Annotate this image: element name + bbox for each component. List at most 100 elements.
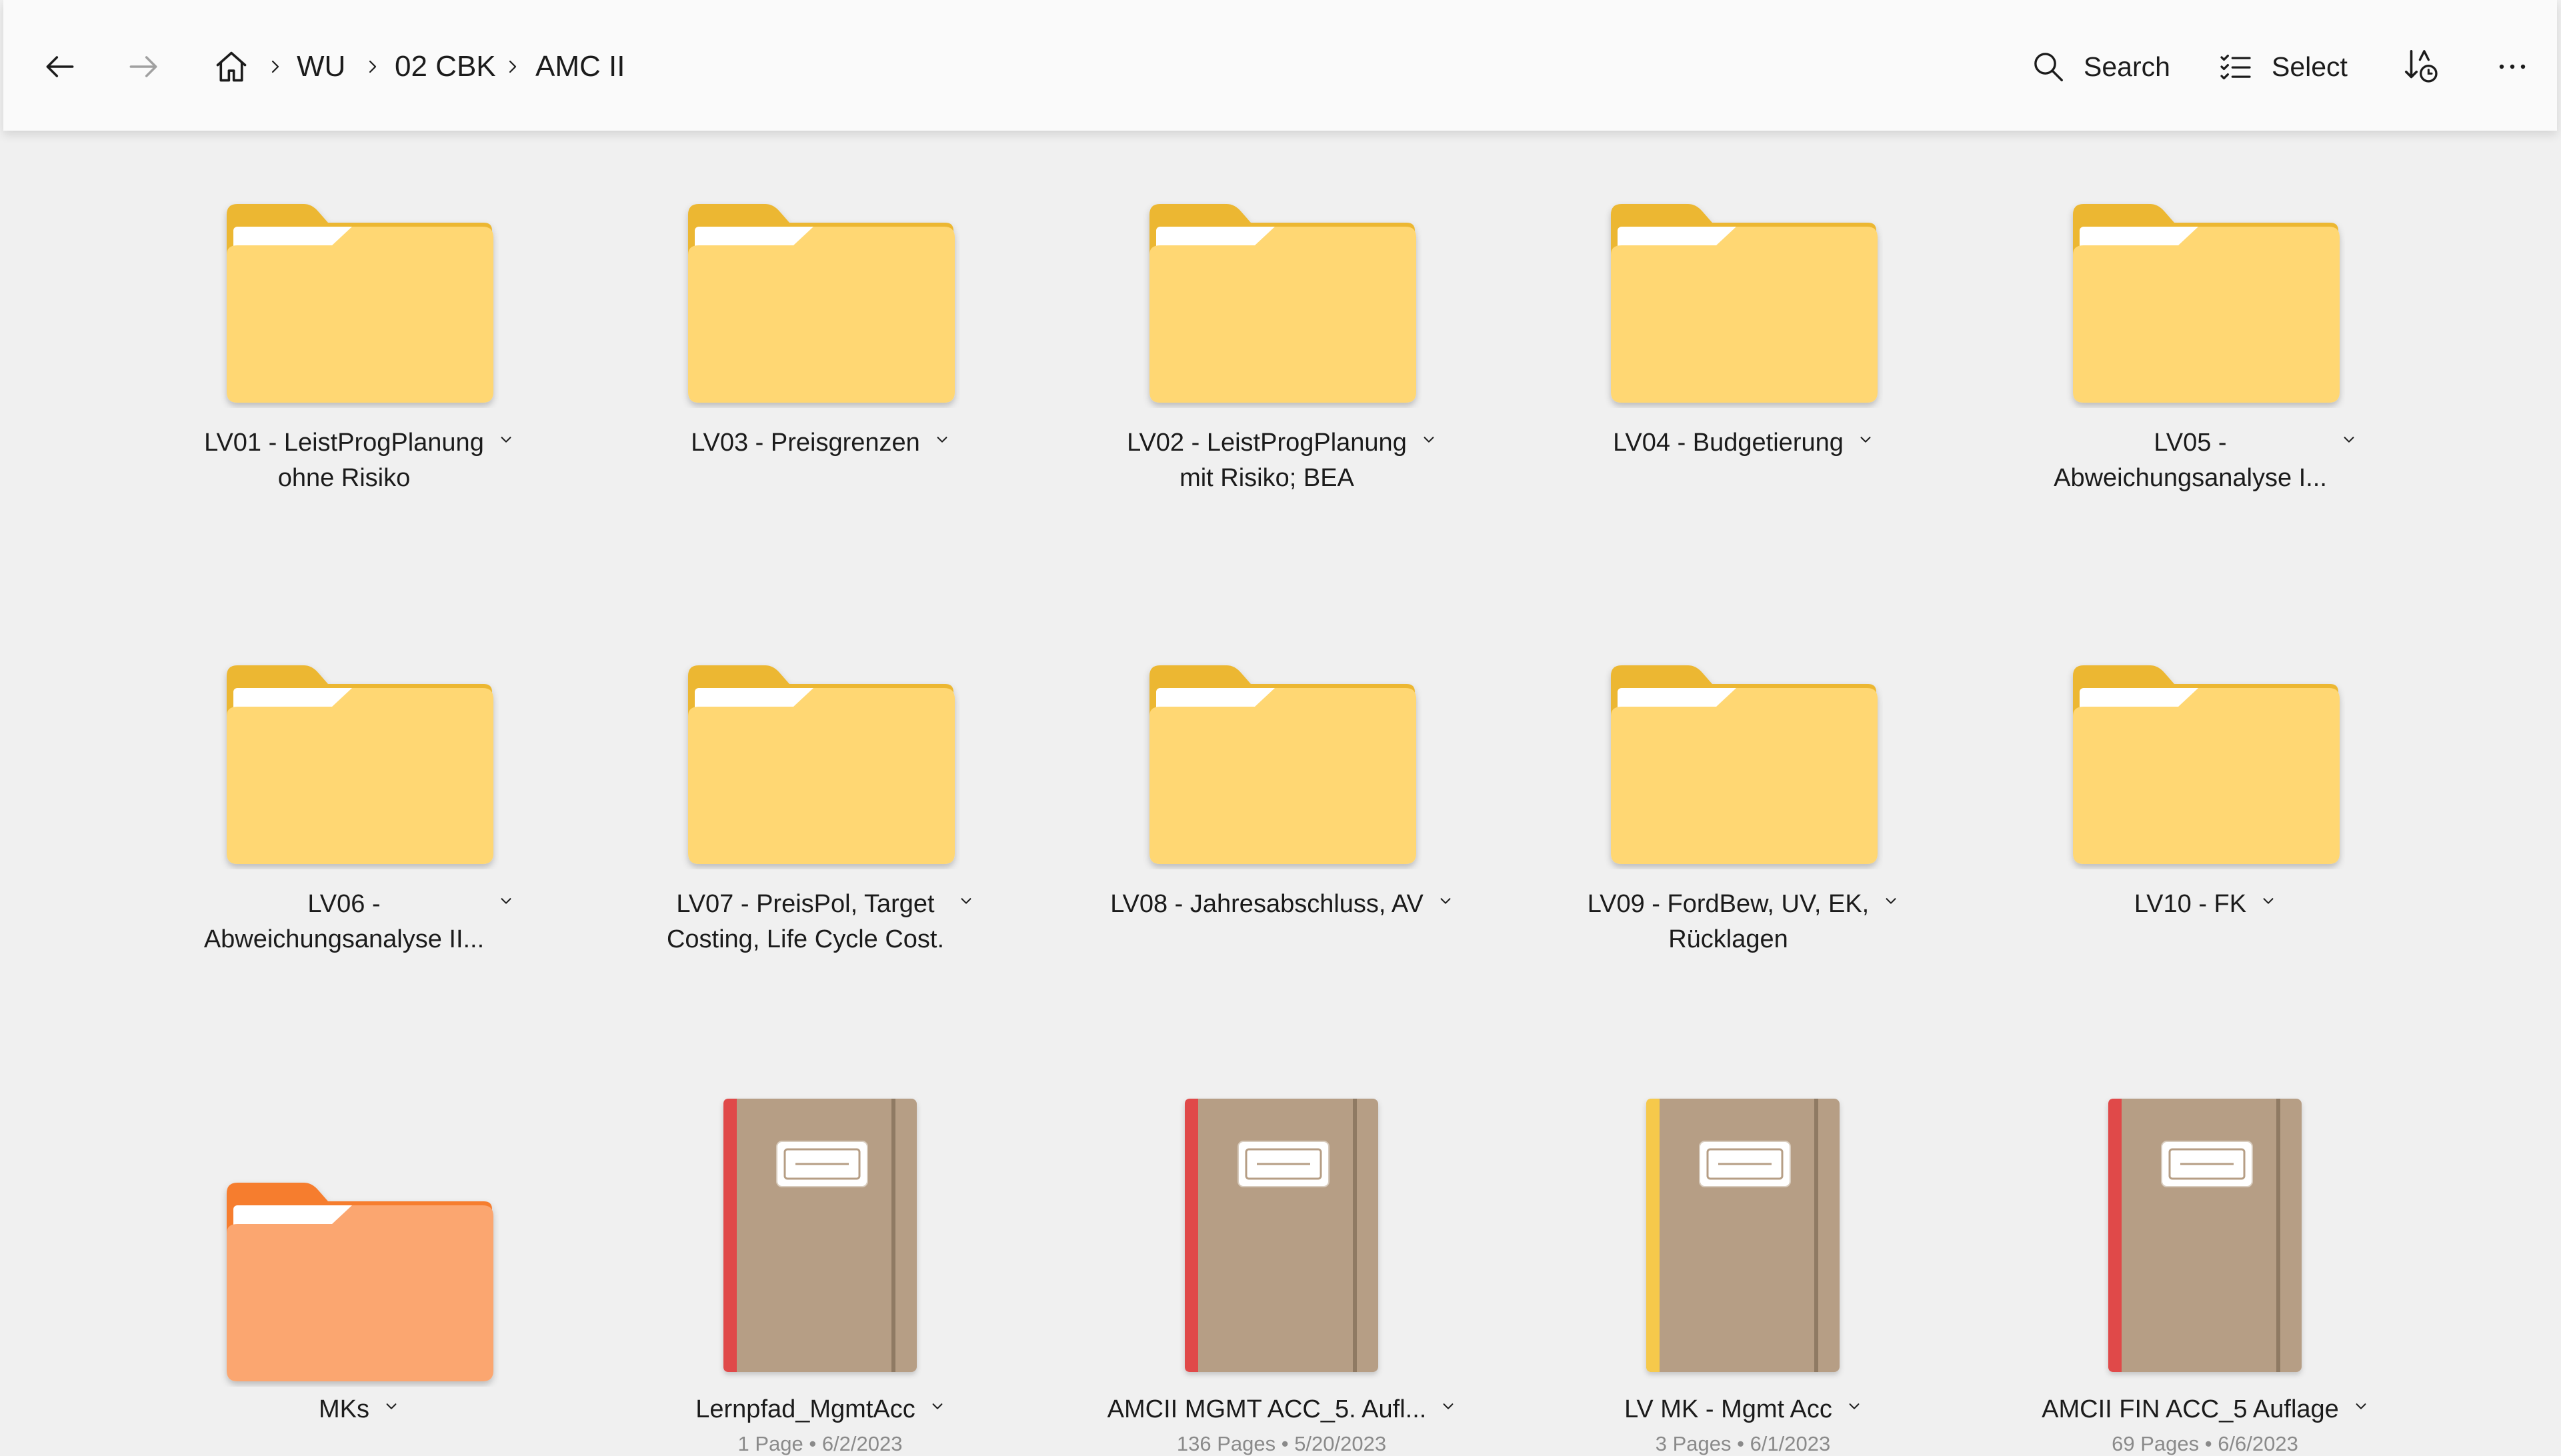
arrow-left-icon — [46, 56, 74, 77]
folder-icon — [172, 649, 545, 869]
chevron-down-icon[interactable] — [1441, 1399, 1456, 1417]
folder-icon — [2018, 649, 2392, 869]
folder-item[interactable]: LV08 - Jahresabschluss, AV — [1095, 592, 1468, 992]
folder-item[interactable]: LV10 - FK — [2018, 592, 2392, 992]
folder-item[interactable]: LV03 - Preisgrenzen — [633, 131, 1007, 531]
chevron-down-icon[interactable] — [1438, 893, 1453, 911]
item-meta: 69 Pages • 6/6/2023 — [2112, 1432, 2298, 1455]
notebook-item[interactable]: LV MK - Mgmt Acc 3 Pages • 6/1/2023 — [1556, 1053, 1930, 1455]
item-meta: 136 Pages • 5/20/2023 — [1176, 1432, 1387, 1455]
item-name: AMCII MGMT ACC_5. Aufl... — [1107, 1392, 1427, 1427]
item-name-line-1: LV10 - FK — [2134, 890, 2247, 918]
folder-orange-icon — [172, 1167, 545, 1387]
item-label-row: LV07 - PreisPol, Target Costing, Life Cyc… — [633, 887, 1007, 957]
folder-icon — [1556, 188, 1930, 408]
breadcrumb-item-wu[interactable]: WU — [297, 48, 345, 85]
back-button[interactable] — [40, 47, 80, 87]
chevron-down-icon[interactable] — [2342, 432, 2356, 450]
more-options-button[interactable] — [2489, 47, 2536, 87]
sort-by-date-icon — [2404, 49, 2438, 83]
item-name-line-2: Costing, Life Cycle Cost. — [666, 925, 945, 953]
item-name: LV09 - FordBew, UV, EK, Rücklagen — [1588, 887, 1869, 957]
folder-item[interactable]: LV05 - Abweichungsanalyse I... — [2018, 131, 2392, 531]
item-label-row: LV02 - LeistProgPlanung mit Risiko; BEA — [1095, 425, 1468, 496]
item-label-row: LV08 - Jahresabschluss, AV — [1095, 887, 1468, 922]
chevron-down-icon[interactable] — [930, 1399, 945, 1417]
chevron-down-icon[interactable] — [1847, 1399, 1862, 1417]
chevron-down-icon[interactable] — [959, 893, 973, 911]
more-options-icon — [2499, 64, 2526, 69]
item-label-row: LV MK - Mgmt Acc — [1556, 1392, 1930, 1427]
chevron-down-icon[interactable] — [2261, 893, 2276, 911]
folder-item[interactable]: LV06 - Abweichungsanalyse II... — [172, 592, 545, 992]
item-label-row: MKs — [172, 1392, 545, 1427]
chevron-down-icon[interactable] — [1858, 432, 1873, 450]
notebook-item[interactable]: Lernpfad_MgmtAcc 1 Page • 6/2/2023 — [633, 1053, 1007, 1455]
item-name: LV04 - Budgetierung — [1613, 425, 1844, 461]
item-name-line-1: LV09 - FordBew, UV, EK, — [1587, 890, 1870, 918]
arrow-right-icon — [129, 56, 157, 77]
item-name-line-1: Lernpfad_MgmtAcc — [695, 1395, 915, 1423]
item-meta: 3 Pages • 6/1/2023 — [1655, 1432, 1831, 1455]
item-name-line-1: LV06 - — [307, 890, 381, 918]
item-name: LV03 - Preisgrenzen — [691, 425, 920, 461]
chevron-right-icon — [267, 48, 283, 85]
item-meta: 1 Page • 6/2/2023 — [737, 1432, 903, 1455]
item-name-line-1: MKs — [319, 1395, 369, 1423]
item-label-row: LV01 - LeistProgPlanung ohne Risiko — [172, 425, 545, 496]
item-label-row: LV04 - Budgetierung — [1556, 425, 1930, 461]
notebook-icon — [1556, 1093, 1930, 1380]
chevron-down-icon[interactable] — [1884, 893, 1898, 911]
item-name: LV06 - Abweichungsanalyse II... — [204, 887, 484, 957]
notebook-item[interactable]: AMCII FIN ACC_5 Auflage 69 Pages • 6/6/20… — [2018, 1053, 2392, 1455]
chevron-down-icon[interactable] — [499, 893, 513, 911]
item-name: LV02 - LeistProgPlanung mit Risiko; BEA — [1127, 425, 1407, 496]
search-button[interactable]: Search — [2030, 47, 2170, 87]
item-name-line-1: LV08 - Jahresabschluss, AV — [1110, 890, 1424, 918]
folder-icon — [633, 649, 1007, 869]
folder-icon — [172, 188, 545, 408]
item-label-row: LV06 - Abweichungsanalyse II... — [172, 887, 545, 957]
folder-item[interactable]: LV04 - Budgetierung — [1556, 131, 1930, 531]
item-label-row: AMCII FIN ACC_5 Auflage — [2018, 1392, 2392, 1427]
folder-item[interactable]: LV01 - LeistProgPlanung ohne Risiko — [172, 131, 545, 531]
notebook-icon — [1095, 1093, 1468, 1380]
folder-icon — [2018, 188, 2392, 408]
chevron-down-icon[interactable] — [2354, 1399, 2368, 1417]
search-label: Search — [2084, 51, 2170, 82]
breadcrumb-item-amc-ii[interactable]: AMC II — [535, 48, 625, 85]
breadcrumb-item-02-cbk[interactable]: 02 CBK — [395, 48, 496, 85]
chevron-down-icon[interactable] — [384, 1399, 399, 1417]
folder-item[interactable]: LV02 - LeistProgPlanung mit Risiko; BEA — [1095, 131, 1468, 531]
folder-icon — [633, 188, 1007, 408]
select-button[interactable]: Select — [2217, 47, 2348, 87]
item-name: LV10 - FK — [2134, 887, 2246, 922]
folder-item[interactable]: LV09 - FordBew, UV, EK, Rücklagen — [1556, 592, 1930, 992]
sort-button[interactable] — [2398, 45, 2445, 88]
item-name-line-1: AMCII MGMT ACC_5. Aufl... — [1107, 1395, 1427, 1423]
item-name: LV07 - PreisPol, Target Costing, Life Cyc… — [667, 887, 944, 957]
item-name: LV08 - Jahresabschluss, AV — [1110, 887, 1424, 922]
forward-button[interactable] — [123, 47, 163, 87]
item-name: LV MK - Mgmt Acc — [1624, 1392, 1832, 1427]
item-name-line-2: mit Risiko; BEA — [1179, 464, 1354, 492]
notebook-icon — [633, 1093, 1007, 1380]
item-name-line-1: LV07 - PreisPol, Target — [676, 890, 935, 918]
item-label-row: LV05 - Abweichungsanalyse I... — [2018, 425, 2392, 496]
item-name-line-2: Rücklagen — [1668, 925, 1788, 953]
folder-icon — [1095, 188, 1468, 408]
chevron-down-icon[interactable] — [1422, 432, 1436, 450]
select-label: Select — [2272, 51, 2348, 82]
item-name: AMCII FIN ACC_5 Auflage — [2042, 1392, 2339, 1427]
file-grid: LV01 - LeistProgPlanung ohne Risiko LV03 -… — [0, 131, 2561, 1455]
item-name-line-1: LV05 - — [2154, 429, 2227, 457]
folder-item[interactable]: LV07 - PreisPol, Target Costing, Life Cyc… — [633, 592, 1007, 992]
item-name-line-2: Abweichungsanalyse II... — [203, 925, 485, 953]
folder-item[interactable]: MKs — [172, 1053, 545, 1453]
item-name: LV05 - Abweichungsanalyse I... — [2054, 425, 2327, 496]
home-button[interactable] — [211, 47, 251, 87]
chevron-down-icon[interactable] — [499, 432, 513, 450]
chevron-down-icon[interactable] — [935, 432, 949, 450]
notebook-item[interactable]: AMCII MGMT ACC_5. Aufl... 136 Pages • 5/2… — [1095, 1053, 1468, 1455]
item-name-line-1: LV02 - LeistProgPlanung — [1127, 429, 1407, 457]
